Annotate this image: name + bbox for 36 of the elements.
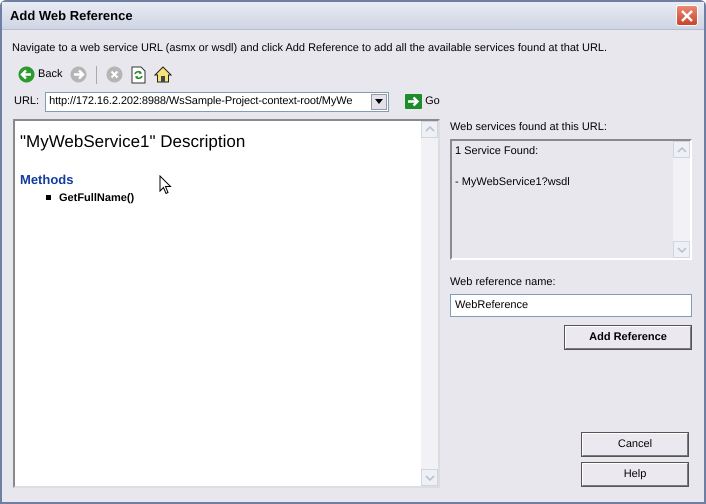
scroll-down-icon[interactable] bbox=[676, 246, 686, 254]
services-label: Web services found at this URL: bbox=[450, 120, 608, 134]
scroll-up-icon[interactable] bbox=[424, 125, 434, 133]
forward-arrow-icon bbox=[70, 66, 88, 83]
close-icon bbox=[681, 10, 693, 22]
help-button[interactable]: Help bbox=[582, 463, 688, 486]
scroll-up-icon[interactable] bbox=[676, 146, 686, 154]
section-heading: Methods bbox=[20, 171, 74, 189]
bullet-icon bbox=[46, 195, 51, 200]
back-arrow-icon bbox=[18, 66, 35, 83]
window-title: Add Web Reference bbox=[10, 6, 133, 25]
home-icon bbox=[154, 66, 172, 83]
home-button[interactable] bbox=[152, 65, 174, 84]
method-link[interactable]: GetFullName() bbox=[59, 190, 134, 206]
scrollbar[interactable] bbox=[673, 141, 690, 258]
services-text: - MyWebService1?wsdl bbox=[455, 174, 571, 190]
url-field[interactable]: http://172.16.2.202:8988/WsSample-Project-context-root/MyWe bbox=[45, 92, 390, 112]
scrollbar[interactable] bbox=[421, 120, 438, 486]
add-reference-button[interactable]: Add Reference bbox=[565, 326, 691, 348]
scroll-down-icon[interactable] bbox=[424, 474, 434, 482]
page-heading: "MyWebService1" Description bbox=[20, 130, 246, 152]
refresh-button[interactable] bbox=[129, 64, 148, 84]
stop-icon bbox=[106, 66, 124, 83]
dropdown-arrow-icon[interactable] bbox=[375, 99, 384, 104]
cancel-button[interactable]: Cancel bbox=[582, 433, 688, 456]
services-text: 1 Service Found: bbox=[455, 144, 540, 159]
reference-name-label: Web reference name: bbox=[450, 275, 557, 290]
instruction-text: Navigate to a web service URL (asmx or wsdl) and click Add Reference to add all the available services found at that URL. bbox=[11, 41, 608, 56]
back-button[interactable]: Back bbox=[16, 65, 64, 84]
go-button[interactable]: Go bbox=[405, 93, 440, 110]
mouse-cursor-icon bbox=[159, 175, 172, 195]
reference-name-field[interactable]: WebReference bbox=[450, 294, 692, 316]
url-label: URL: bbox=[14, 94, 40, 110]
refresh-icon bbox=[131, 66, 146, 84]
go-arrow-icon bbox=[405, 94, 422, 109]
close-button[interactable] bbox=[676, 5, 698, 26]
